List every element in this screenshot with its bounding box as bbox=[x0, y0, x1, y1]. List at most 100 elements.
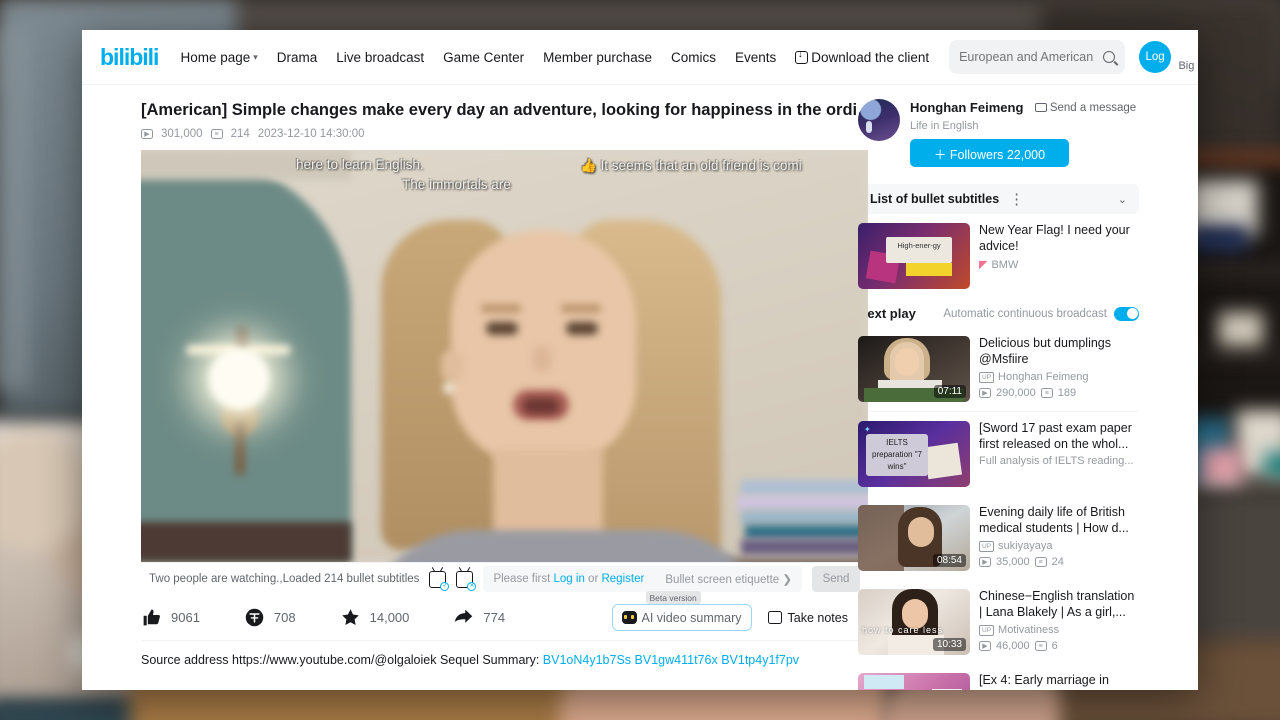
avatar[interactable] bbox=[858, 99, 900, 141]
danmaku-input[interactable]: Please first Log in or Register Bullet s… bbox=[483, 566, 802, 592]
up-badge-icon: UP bbox=[979, 540, 995, 552]
more-vertical-icon[interactable]: ⋮ bbox=[1009, 192, 1024, 207]
thumbnail: 08:54 bbox=[858, 505, 970, 571]
danmaku-login-prompt: Please first Log in or Register bbox=[493, 573, 644, 585]
login-avatar-button[interactable]: Log bbox=[1139, 41, 1172, 73]
promo-title: New Year Flag! I need your advice! bbox=[979, 223, 1130, 253]
share-button[interactable]: 774 bbox=[453, 607, 505, 628]
nav-item-label: Home page bbox=[180, 49, 251, 65]
bg-shelf-item bbox=[1264, 452, 1280, 478]
auto-play-group[interactable]: Automatic continuous broadcast bbox=[943, 306, 1139, 321]
video-frame-neck bbox=[493, 450, 603, 540]
bg-shelf-item bbox=[1200, 448, 1242, 490]
favorite-count: 14,000 bbox=[369, 610, 410, 625]
video-frame-books bbox=[741, 510, 868, 525]
promo-uploader: ◤ BMW bbox=[979, 258, 1139, 272]
nav-item-home-page[interactable]: Home page ▾ bbox=[180, 50, 257, 65]
danmaku-settings-icon[interactable]: ✓ bbox=[429, 570, 450, 591]
list-item[interactable]: Yan Ban [Ex 4: Early marriage in England… bbox=[858, 664, 1139, 690]
nav-big-member[interactable]: ✪ Big member bbox=[1178, 43, 1198, 72]
play-count-icon: ▶ bbox=[979, 388, 991, 398]
video-player[interactable]: here to learn English. The immortals are… bbox=[141, 150, 868, 562]
list-item[interactable]: 08:54 Evening daily life of British medi… bbox=[858, 496, 1139, 580]
nav-item-member-purchase[interactable]: Member purchase bbox=[543, 50, 652, 65]
send-message-button[interactable]: Send a message bbox=[1034, 102, 1136, 114]
chevron-down-icon: ▾ bbox=[253, 51, 258, 62]
uploader-name: Honghan Feimeng bbox=[998, 371, 1089, 383]
uploader-row: Honghan Feimeng Send a message bbox=[910, 99, 1136, 117]
danmaku-text: 👍 It seems that an old friend is comi bbox=[580, 158, 802, 173]
login-link[interactable]: Log in bbox=[554, 573, 585, 585]
thumb-shape bbox=[906, 263, 952, 276]
list-item[interactable]: 07:11 Delicious but dumplings @Msfiire U… bbox=[858, 327, 1139, 411]
view-count: 46,000 bbox=[996, 640, 1030, 652]
thumbnail: High-ener-gy bbox=[858, 223, 970, 289]
danmaku-block-icon[interactable]: ✕ bbox=[456, 570, 477, 591]
prompt-or: or bbox=[584, 573, 602, 585]
list-item-text: Evening daily life of British medical st… bbox=[979, 505, 1139, 571]
browser-window: bilibili Home page ▾ Drama Live broadcas… bbox=[82, 30, 1198, 690]
list-item-uploader: UP Honghan Feimeng bbox=[979, 371, 1139, 383]
favorite-button[interactable]: 14,000 bbox=[340, 607, 410, 628]
uploader-name[interactable]: Honghan Feimeng bbox=[910, 100, 1023, 115]
thumb-label: how to care less bbox=[862, 625, 944, 635]
thumbnail: ✦ IELTS preparation "7 wins" bbox=[858, 421, 970, 487]
bg-shelf-item bbox=[1218, 312, 1263, 348]
source-link[interactable]: BV1tp4y1f7pv bbox=[721, 653, 799, 667]
video-frame-baseboard bbox=[141, 522, 351, 562]
promo-card[interactable]: High-ener-gy New Year Flag! I need your … bbox=[858, 214, 1139, 298]
register-link[interactable]: Register bbox=[601, 573, 644, 585]
ai-video-summary-button[interactable]: Beta version AI video summary bbox=[611, 591, 752, 631]
video-title: [American] Simple changes make every day… bbox=[141, 101, 876, 119]
video-frame-eyebrow bbox=[481, 305, 521, 312]
view-count: 301,000 bbox=[161, 128, 203, 140]
list-item-text: Chinese−English translation | Lana Blake… bbox=[979, 589, 1139, 655]
list-item[interactable]: how to care less 10:33 Chinese−English t… bbox=[858, 580, 1139, 664]
list-item-title: Evening daily life of British medical st… bbox=[979, 505, 1129, 535]
search-icon[interactable] bbox=[1103, 51, 1116, 63]
video-frame-lamp-bulb bbox=[208, 348, 270, 410]
source-link[interactable]: BV1gw411t76x bbox=[635, 653, 718, 667]
uploader-subtitle: Life in English bbox=[910, 120, 979, 132]
follow-button[interactable]: ＋ Followers 22,000 bbox=[910, 139, 1069, 167]
list-item-stats: ▶ 46,000 ≡ 6 bbox=[979, 640, 1139, 652]
like-button[interactable]: 9061 bbox=[141, 607, 200, 628]
list-item-title: Delicious but dumplings @Msfiire bbox=[979, 336, 1112, 366]
danmaku-text: here to learn English. bbox=[296, 157, 424, 172]
coin-button[interactable]: 708 bbox=[244, 607, 296, 628]
search-input[interactable] bbox=[959, 50, 1104, 64]
nav-icon-label: Big member bbox=[1178, 59, 1198, 72]
next-play-header: Next play Automatic continuous broadcast bbox=[858, 298, 1139, 327]
list-item-stats: ▶ 290,000 ≡ 189 bbox=[979, 387, 1139, 399]
nav-item-comics[interactable]: Comics bbox=[671, 50, 716, 65]
nav-item-events[interactable]: Events bbox=[735, 50, 776, 65]
prompt-prefix: Please first bbox=[493, 573, 554, 585]
nav-item-download-client[interactable]: Download the client bbox=[795, 48, 929, 65]
nav-item-live-broadcast[interactable]: Live broadcast bbox=[336, 50, 424, 65]
play-count-icon: ▶ bbox=[979, 557, 991, 567]
video-frame-earring bbox=[443, 382, 455, 394]
list-item-text: [Sword 17 past exam paper first released… bbox=[979, 421, 1139, 487]
nav-item-game-center[interactable]: Game Center bbox=[443, 50, 524, 65]
take-notes-button[interactable]: Take notes bbox=[767, 610, 848, 625]
thumb-shape bbox=[864, 675, 904, 689]
list-item[interactable]: ✦ IELTS preparation "7 wins" [Sword 17 p… bbox=[858, 412, 1139, 496]
nav-item-drama[interactable]: Drama bbox=[277, 50, 318, 65]
take-notes-label: Take notes bbox=[787, 610, 848, 625]
danmaku-text: The immortals are bbox=[402, 177, 511, 192]
thumbnail: Yan Ban bbox=[858, 673, 970, 690]
publish-time: 2023-12-10 14:30:00 bbox=[257, 128, 365, 140]
list-item-title: [Sword 17 past exam paper first released… bbox=[979, 421, 1132, 451]
source-link[interactable]: BV1oN4y1b7Ss bbox=[543, 653, 631, 667]
etiquette-link[interactable]: Bullet screen etiquette ❯ bbox=[665, 572, 792, 586]
chevron-down-icon[interactable]: ⌄ bbox=[1118, 193, 1127, 206]
uploader-card: Honghan Feimeng Send a message Life in E… bbox=[858, 99, 1142, 167]
bilibili-logo[interactable]: bilibili bbox=[100, 44, 180, 71]
search-box[interactable] bbox=[949, 40, 1126, 74]
auto-play-toggle[interactable] bbox=[1114, 306, 1139, 321]
danmaku-count-icon: ≡ bbox=[210, 129, 223, 139]
video-frame-lamp-stem bbox=[236, 328, 248, 350]
danmaku-count: 214 bbox=[230, 128, 250, 140]
video-frame-eye bbox=[486, 322, 518, 335]
danmaku-list-header[interactable]: List of bullet subtitles ⋮ ⌄ bbox=[858, 184, 1139, 214]
